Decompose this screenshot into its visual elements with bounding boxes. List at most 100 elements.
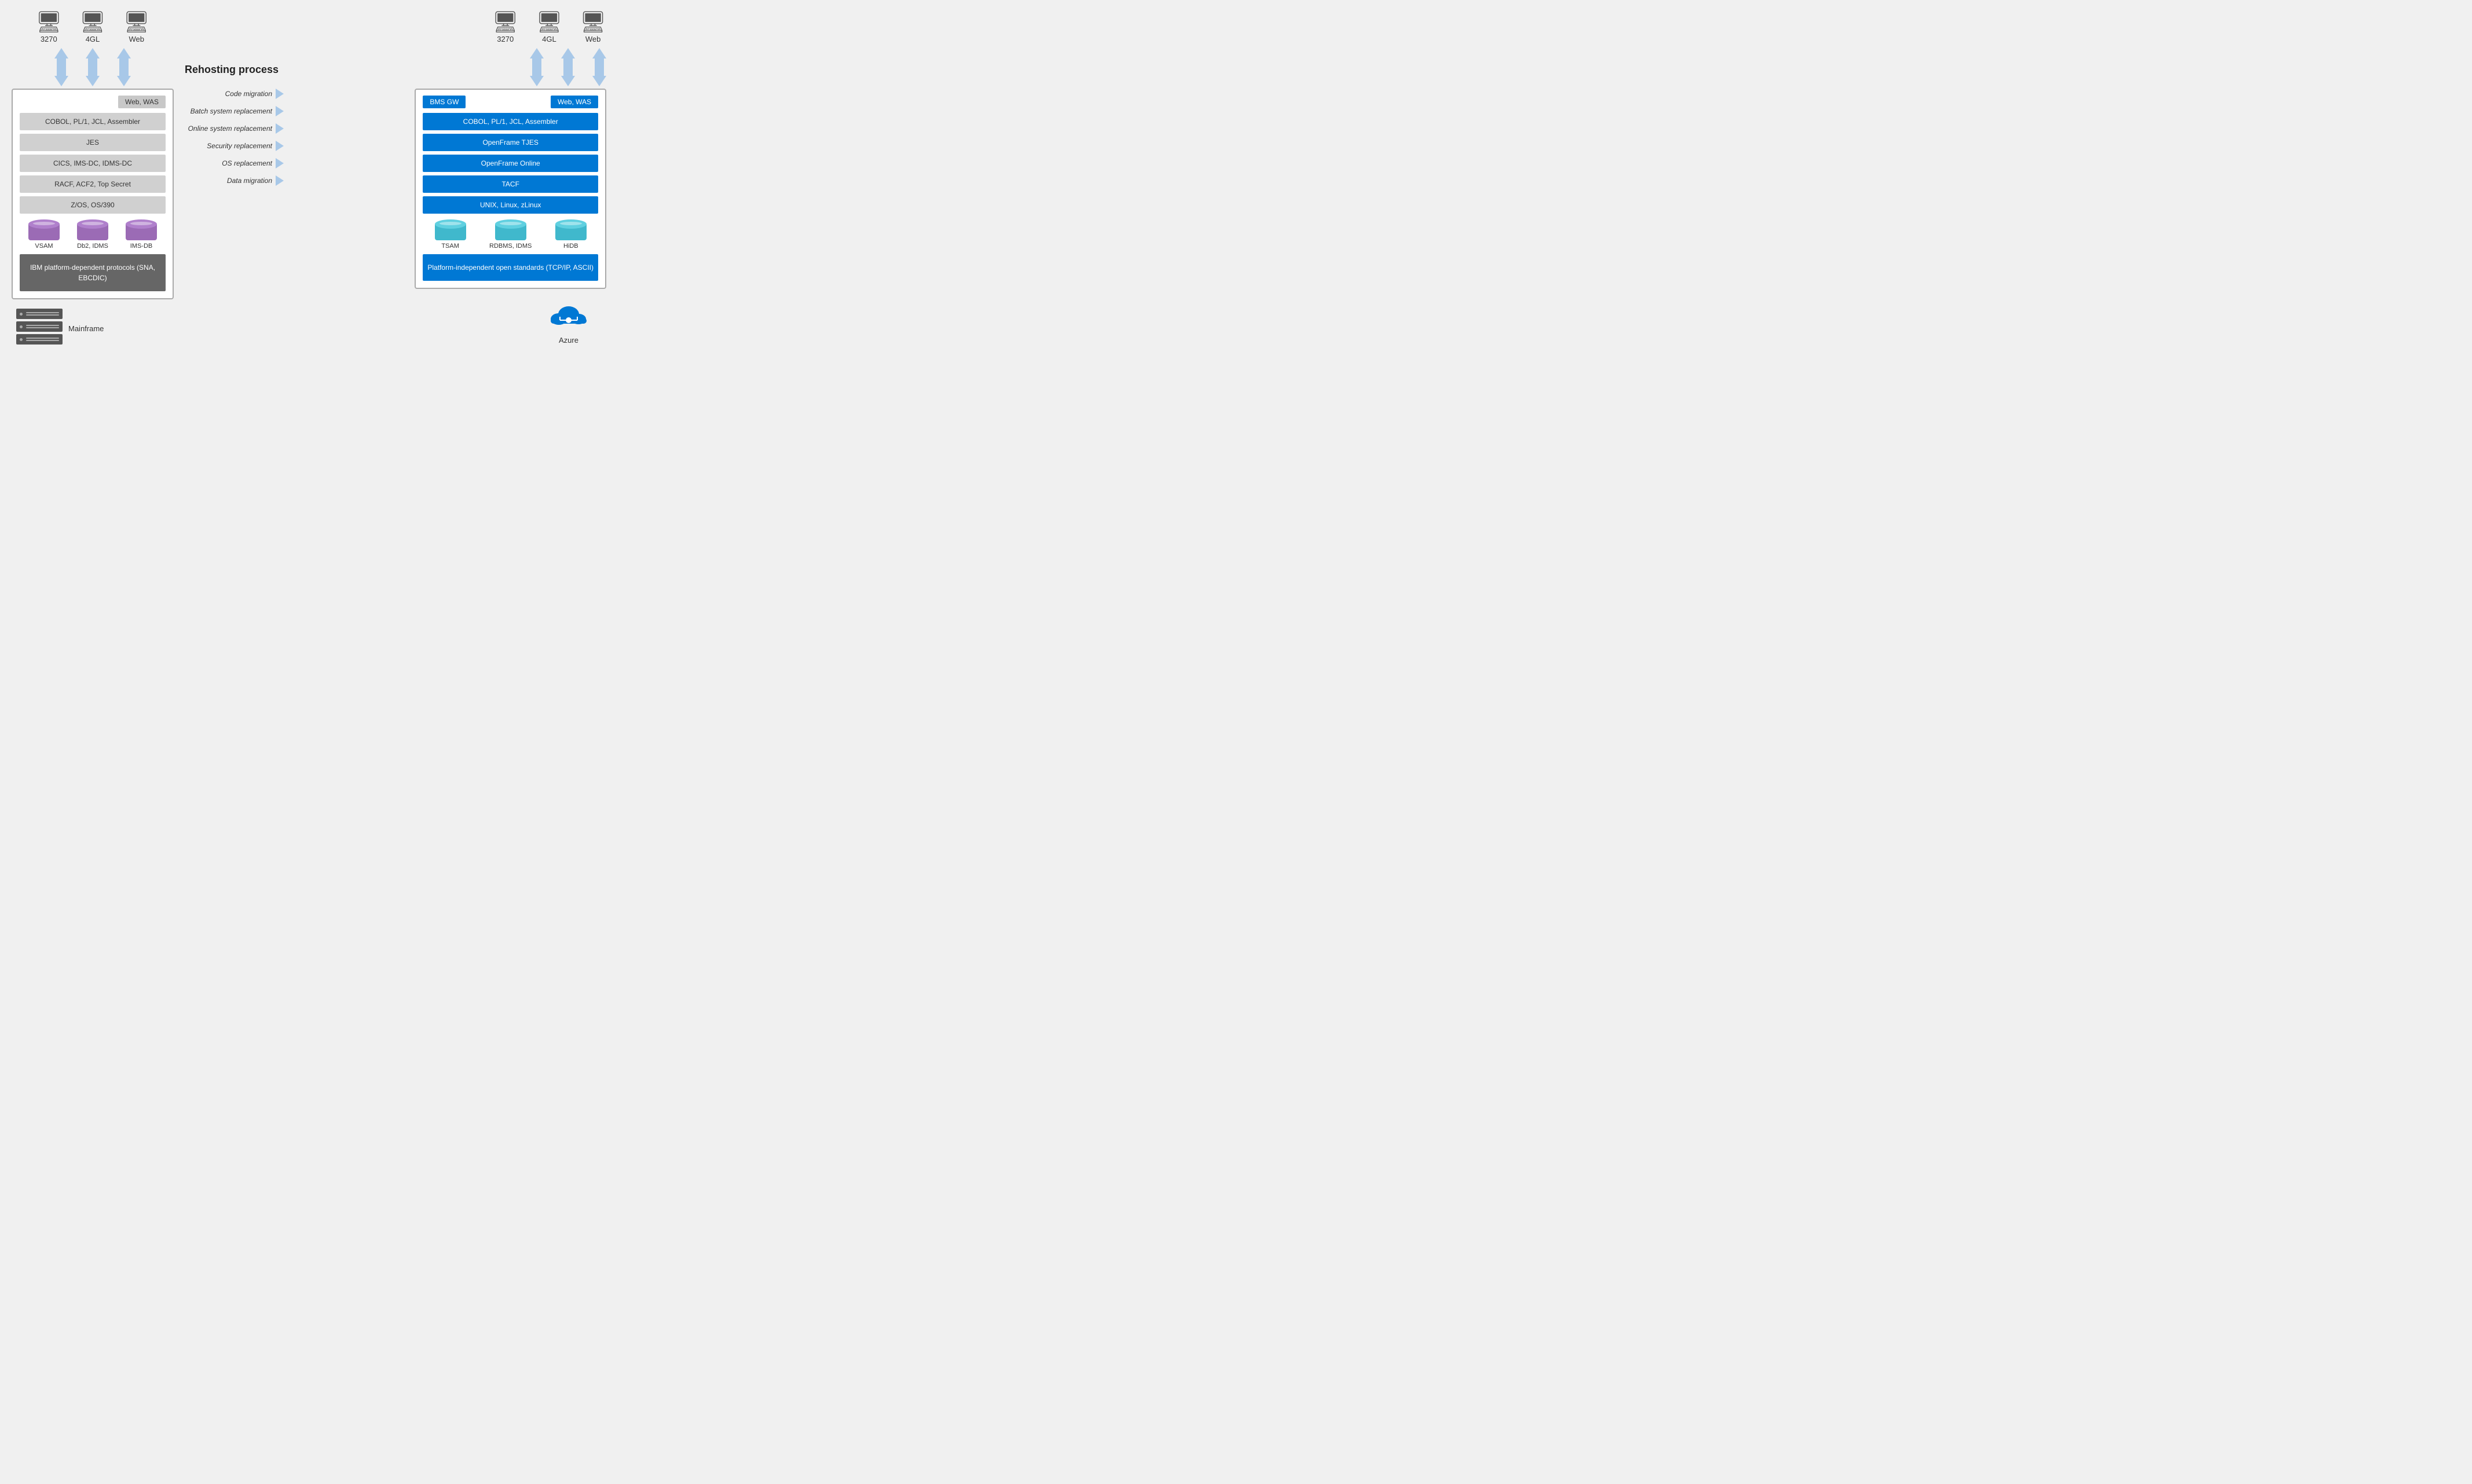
process-list: Code migration Batch system replacement … [180, 85, 284, 189]
process-label-security: Security replacement [207, 142, 272, 150]
server-lines [26, 312, 59, 316]
right-db-hidb: HiDB [555, 219, 587, 250]
right-box: BMS GW Web, WAS COBOL, PL/1, JCL, Assemb… [415, 89, 606, 289]
left-bar-racf: RACF, ACF2, Top Secret [20, 175, 166, 193]
server-line [26, 325, 59, 326]
left-db-db2-label: Db2, IDMS [77, 243, 108, 250]
arrow-shaft [57, 58, 66, 76]
right-monitor-3270: 🖥 3270 [492, 12, 519, 43]
server-dot [20, 325, 23, 328]
left-bar-zos: Z/OS, OS/390 [20, 196, 166, 214]
server-unit-3 [16, 334, 63, 345]
monitor-icon: 🖥 [35, 12, 62, 32]
cylinder-hidb [555, 219, 587, 240]
arrow-up-icon [561, 48, 575, 58]
server-lines [26, 325, 59, 328]
left-arrow-3 [117, 48, 131, 86]
azure-section: Azure [290, 298, 606, 345]
platform-box: Platform-independent open standards (TCP… [423, 254, 598, 281]
right-bar-unix: UNIX, Linux, zLinux [423, 196, 598, 214]
process-item-batch: Batch system replacement [180, 102, 284, 120]
arrow-shaft [532, 58, 541, 76]
monitor-icon: 🖥 [536, 12, 563, 32]
right-bar-tacf: TACF [423, 175, 598, 193]
arrow-down-icon [561, 76, 575, 86]
arrow-shaft [563, 58, 573, 76]
process-item-os: OS replacement [180, 155, 284, 172]
right-monitor-web: 🖥 Web [580, 12, 606, 43]
right-monitor-row: 🖥 3270 🖥 4GL 🖥 Web [492, 12, 606, 43]
left-db-vsam: VSAM [28, 219, 60, 250]
process-item-online: Online system replacement [180, 120, 284, 137]
mainframe-section: Mainframe [16, 309, 104, 345]
left-monitor-3270: 🖥 3270 [35, 12, 62, 43]
left-db-imsdb-label: IMS-DB [130, 243, 153, 250]
process-item-security: Security replacement [180, 137, 284, 155]
process-arrow-icon [276, 106, 284, 116]
left-web-was-badge: Web, WAS [118, 96, 166, 108]
azure-group: Azure [548, 298, 589, 345]
server-line [26, 327, 59, 328]
left-section: 🖥 3270 🖥 4GL 🖥 Web [12, 12, 174, 345]
right-bar-tjes: OpenFrame TJES [423, 134, 598, 151]
server-line [26, 338, 59, 339]
left-db-row: VSAM Db2, IDMS IMS-DB [20, 219, 166, 250]
server-dot [20, 313, 23, 316]
monitor-icon: 🖥 [123, 12, 150, 32]
right-arrow-row [530, 48, 606, 86]
mainframe-label: Mainframe [68, 324, 104, 333]
cylinder-db2 [77, 219, 108, 240]
middle-section: Rehosting process Code migration Batch s… [180, 12, 284, 189]
cylinder-highlight [560, 222, 582, 225]
process-arrow-icon [276, 141, 284, 151]
server-icon [16, 309, 63, 345]
arrow-up-icon [117, 48, 131, 58]
process-arrow-icon [276, 123, 284, 134]
cloud-icon [548, 298, 589, 332]
left-box-top: Web, WAS [20, 96, 166, 108]
right-arrow-1 [530, 48, 544, 86]
arrow-down-icon [530, 76, 544, 86]
left-arrow-2 [86, 48, 100, 86]
cylinder-rdbms [495, 219, 526, 240]
cylinder-tsam [435, 219, 466, 240]
arrow-shaft [595, 58, 604, 76]
arrow-up-icon [54, 48, 68, 58]
left-arrow-1 [54, 48, 68, 86]
arrow-down-icon [54, 76, 68, 86]
arrow-down-icon [592, 76, 606, 86]
right-box-top: BMS GW Web, WAS [423, 96, 598, 108]
server-unit-2 [16, 321, 63, 332]
right-monitor-3270-label: 3270 [497, 35, 514, 43]
process-arrow-icon [276, 158, 284, 168]
left-monitor-row: 🖥 3270 🖥 4GL 🖥 Web [35, 12, 149, 43]
left-db-imsdb: IMS-DB [126, 219, 157, 250]
right-db-row: TSAM RDBMS, IDMS HiDB [423, 219, 598, 250]
server-line [26, 312, 59, 313]
right-bar-cobol: COBOL, PL/1, JCL, Assembler [423, 113, 598, 130]
cylinder-highlight [33, 222, 55, 225]
left-monitor-web-label: Web [129, 35, 144, 43]
monitor-icon: 🖥 [580, 12, 606, 32]
right-db-rdbms: RDBMS, IDMS [489, 219, 532, 250]
right-db-tsam-label: TSAM [441, 243, 459, 250]
process-item-data: Data migration [180, 172, 284, 189]
azure-label: Azure [559, 336, 578, 345]
left-bar-jes: JES [20, 134, 166, 151]
left-monitor-4gl-label: 4GL [86, 35, 100, 43]
process-label-batch: Batch system replacement [191, 107, 272, 115]
right-monitor-4gl: 🖥 4GL [536, 12, 563, 43]
process-label-online: Online system replacement [188, 124, 272, 133]
ibm-platform-box: IBM platform-dependent protocols (SNA, E… [20, 254, 166, 291]
process-label-os: OS replacement [222, 159, 272, 167]
left-box: Web, WAS COBOL, PL/1, JCL, Assembler JES… [12, 89, 174, 299]
right-db-hidb-label: HiDB [563, 243, 578, 250]
right-bms-badge: BMS GW [423, 96, 466, 108]
process-arrow-icon [276, 175, 284, 186]
arrow-up-icon [592, 48, 606, 58]
left-monitor-web: 🖥 Web [123, 12, 150, 43]
right-db-rdbms-label: RDBMS, IDMS [489, 243, 532, 250]
arrow-up-icon [86, 48, 100, 58]
right-monitor-4gl-label: 4GL [542, 35, 556, 43]
cylinder-imsdb [126, 219, 157, 240]
